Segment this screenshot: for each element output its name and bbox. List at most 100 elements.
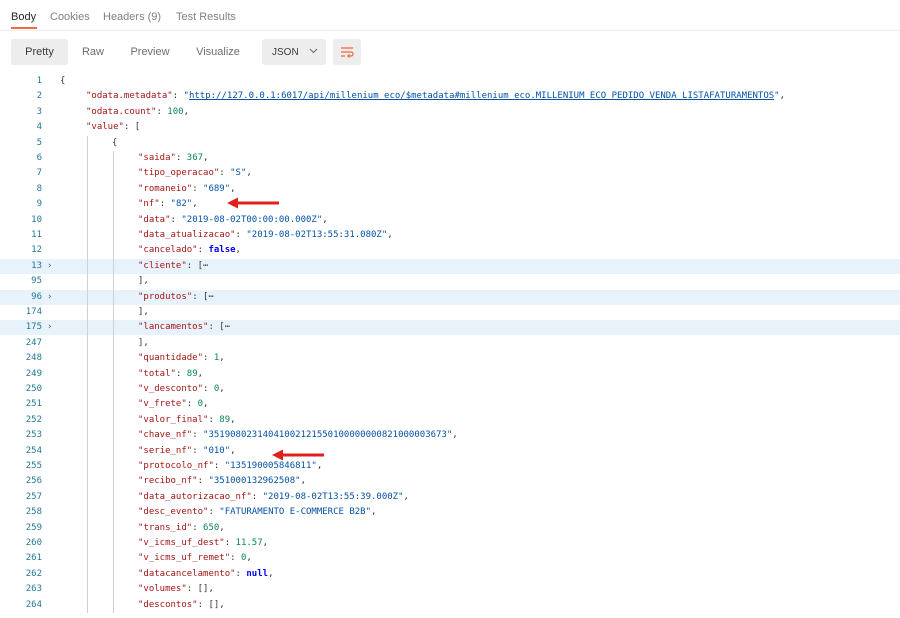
line-number: 12 xyxy=(31,245,42,256)
code-text: "v_icms_uf_dest": 11.57, xyxy=(138,538,269,548)
code-text: "odata.count": 100, xyxy=(86,106,189,117)
code-text: { xyxy=(112,137,118,148)
line-number: 264 xyxy=(25,599,42,610)
code-line: 257 "data_autorizacao_nf": "2019-08-02T13… xyxy=(0,490,900,505)
code-line: 260 "v_icms_uf_dest": 11.57, xyxy=(0,536,900,551)
line-number: 8 xyxy=(36,183,42,194)
response-tabs: Body Cookies Headers (9) Test Results xyxy=(0,0,900,31)
fold-chevron-icon[interactable]: › xyxy=(47,320,52,335)
format-select-value: JSON xyxy=(272,47,299,58)
code-line: 250 "v_desconto": 0, xyxy=(0,382,900,397)
format-select[interactable]: JSON xyxy=(262,39,326,65)
line-number: 175 xyxy=(25,322,42,333)
code-line: 13 › "cliente": [⋯ xyxy=(0,258,900,274)
code-line: 11 "data_atualizacao": "2019-08-02T13:55:… xyxy=(0,228,900,243)
code-line: 252 "valor_final": 89, xyxy=(0,413,900,428)
fold-chevron-icon[interactable]: › xyxy=(47,259,52,274)
raw-button[interactable]: Raw xyxy=(76,39,110,65)
code-text: "romaneio": "689", xyxy=(138,183,236,194)
line-number: 3 xyxy=(36,106,42,117)
code-line: 175 › "lancamentos": [⋯ xyxy=(0,320,900,336)
line-number: 6 xyxy=(36,153,42,163)
code-line: 12 "cancelado": false, xyxy=(0,243,900,258)
code-text: "chave_nf": "351908023140410021215501000… xyxy=(138,430,458,441)
code-text: "value": [ xyxy=(86,122,141,133)
fold-chevron-icon[interactable]: › xyxy=(47,290,52,305)
code-text: "nf": "82", xyxy=(138,199,198,210)
code-line: 10 "data": "2019-08-02T00:00:00.000Z", xyxy=(0,213,900,228)
line-number: 250 xyxy=(25,384,42,394)
line-number: 1 xyxy=(36,76,42,86)
line-number: 257 xyxy=(25,491,42,502)
code-line: 174], xyxy=(0,305,900,320)
code-line: 249 "total": 89, xyxy=(0,367,900,382)
tab-body[interactable]: Body xyxy=(11,11,36,23)
code-text: "lancamentos": [⋯ xyxy=(138,322,231,333)
code-line: 256 "recibo_nf": "351000132962508", xyxy=(0,474,900,489)
line-number: 2 xyxy=(36,91,42,102)
line-number: 253 xyxy=(25,430,42,441)
code-line: 247], xyxy=(0,336,900,351)
code-text: "v_frete": 0, xyxy=(138,399,209,410)
code-line: 5{ xyxy=(0,136,900,151)
code-line: 254 "serie_nf": "010", xyxy=(0,444,900,459)
line-number: 258 xyxy=(25,507,42,518)
code-line: 1{ xyxy=(0,74,900,89)
line-number: 254 xyxy=(25,445,42,456)
code-line: 261 "v_icms_uf_remet": 0, xyxy=(0,551,900,566)
code-text: "desc_evento": "FATURAMENTO E-COMMERCE B… xyxy=(138,507,377,518)
code-text: "serie_nf": "010", xyxy=(138,445,236,456)
code-line: 2 "odata.metadata": "http://127.0.0.1:601… xyxy=(0,89,900,104)
code-line: 4 "value": [ xyxy=(0,120,900,135)
code-text: "quantidade": 1, xyxy=(138,353,225,364)
code-text: { xyxy=(60,76,66,86)
line-number: 248 xyxy=(25,353,42,364)
code-text: "trans_id": 650, xyxy=(138,522,225,533)
code-text: "saida": 367, xyxy=(138,153,209,163)
line-number: 262 xyxy=(25,568,42,579)
code-line: 253 "chave_nf": "351908023140410021215501… xyxy=(0,428,900,443)
code-line: 8 "romaneio": "689", xyxy=(0,182,900,197)
line-number: 9 xyxy=(36,199,42,210)
line-number: 259 xyxy=(25,522,42,533)
visualize-button[interactable]: Visualize xyxy=(190,39,246,65)
code-line: 255 "protocolo_nf": "135190005846811", xyxy=(0,459,900,474)
line-number: 11 xyxy=(31,230,42,240)
wrap-lines-button[interactable] xyxy=(333,39,361,65)
code-text: "v_icms_uf_remet": 0, xyxy=(138,553,252,564)
code-text: "datacancelamento": null, xyxy=(138,568,274,579)
code-line: 95], xyxy=(0,274,900,289)
code-text: "v_desconto": 0, xyxy=(138,384,225,394)
code-line: 259 "trans_id": 650, xyxy=(0,521,900,536)
code-text: "tipo_operacao": "S", xyxy=(138,168,252,179)
code-line: 9 "nf": "82", xyxy=(0,197,900,212)
code-line: 7 "tipo_operacao": "S", xyxy=(0,166,900,181)
line-number: 260 xyxy=(25,538,42,548)
line-number: 96 xyxy=(31,291,42,302)
line-number: 10 xyxy=(31,214,42,225)
code-text: "recibo_nf": "351000132962508", xyxy=(138,476,306,487)
line-number: 13 xyxy=(31,260,42,271)
line-number: 249 xyxy=(25,368,42,379)
line-number: 247 xyxy=(25,337,42,348)
response-body-editor[interactable]: 1{2 "odata.metadata": "http://127.0.0.1:6… xyxy=(0,74,900,618)
code-text: "cancelado": false, xyxy=(138,245,241,256)
code-line: 96 › "produtos": [⋯ xyxy=(0,289,900,305)
line-number: 5 xyxy=(36,137,42,148)
body-toolbar: Pretty Raw Preview Visualize JSON xyxy=(0,36,900,68)
code-text: ], xyxy=(138,276,149,287)
tab-cookies[interactable]: Cookies xyxy=(50,11,90,23)
pretty-button[interactable]: Pretty xyxy=(11,39,68,65)
tab-test-results[interactable]: Test Results xyxy=(176,11,236,23)
code-text: "cliente": [⋯ xyxy=(138,260,209,271)
line-number: 256 xyxy=(25,476,42,487)
code-line: 258 "desc_evento": "FATURAMENTO E-COMMERC… xyxy=(0,505,900,520)
code-line: 248 "quantidade": 1, xyxy=(0,351,900,366)
code-text: ], xyxy=(138,307,149,317)
preview-button[interactable]: Preview xyxy=(124,39,176,65)
line-number: 255 xyxy=(25,461,42,471)
code-text: "data": "2019-08-02T00:00:00.000Z", xyxy=(138,214,328,225)
line-number: 7 xyxy=(36,168,42,179)
annotation-arrow-serie-nf xyxy=(272,449,324,461)
tab-headers[interactable]: Headers (9) xyxy=(103,11,161,23)
